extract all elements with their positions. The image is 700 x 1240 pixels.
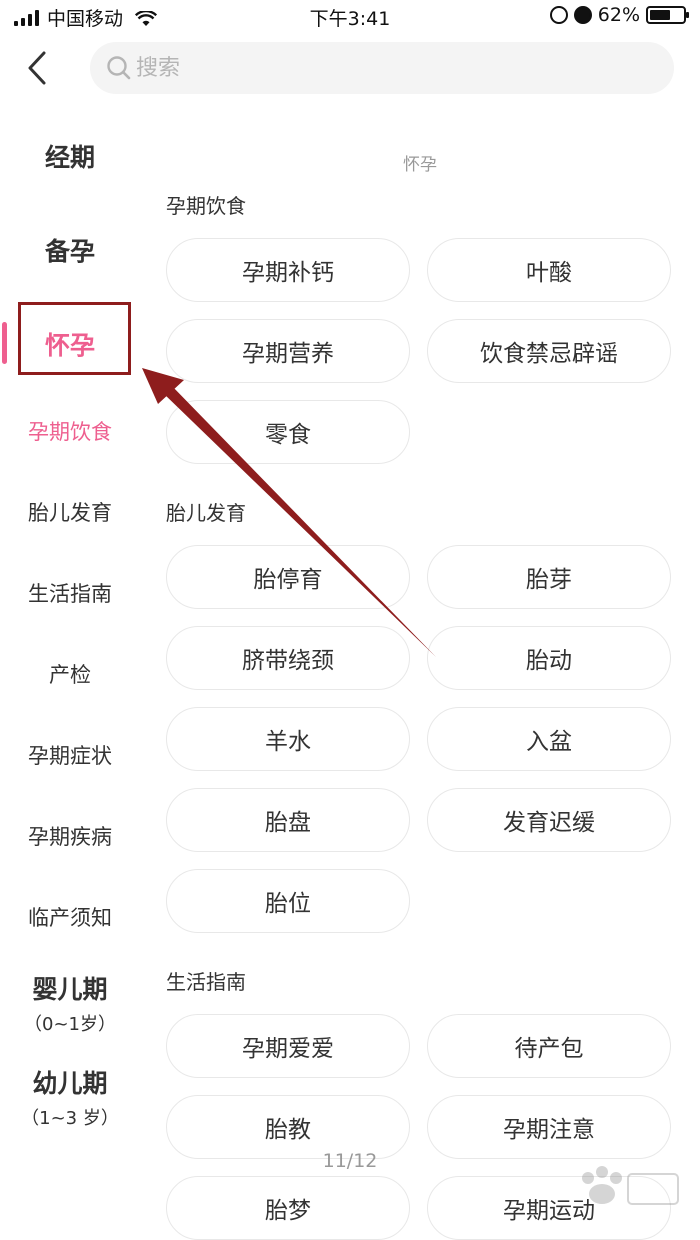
tag-button[interactable]: 羊水 [166, 707, 410, 771]
tag-button[interactable]: 胎盘 [166, 788, 410, 852]
tag-button[interactable]: 饮食禁忌辟谣 [427, 319, 671, 383]
sidebar-item-label: 孕期饮食 [28, 420, 112, 444]
tag-button[interactable]: 零食 [166, 400, 410, 464]
tag-button[interactable]: 胎芽 [427, 545, 671, 609]
sidebar-item-pregnancy-diet[interactable]: 孕期饮食 [0, 416, 140, 446]
sidebar-item-sublabel: （1~3 岁） [21, 1108, 119, 1129]
sidebar-item-label: 临产须知 [28, 906, 112, 930]
search-icon [107, 56, 131, 80]
battery-percent: 62% [597, 4, 640, 26]
annotation-highlight-box [18, 302, 131, 375]
tag-button[interactable]: 脐带绕颈 [166, 626, 410, 690]
tag-button[interactable]: 胎停育 [166, 545, 410, 609]
rotation-lock-icon [549, 6, 568, 24]
sidebar-item-menstrual[interactable]: 经期 [0, 138, 140, 174]
sidebar-item-sublabel: （0~1岁） [24, 1014, 116, 1035]
sidebar-item-label: 幼儿期 [32, 1069, 108, 1098]
battery-icon [646, 6, 689, 24]
sidebar-item-label: 产检 [49, 663, 91, 687]
sidebar-item-fetal-development[interactable]: 胎儿发育 [0, 497, 140, 527]
tag-button[interactable]: 胎位 [166, 869, 410, 933]
sidebar-item-label: 经期 [44, 143, 95, 172]
tag-button[interactable]: 入盆 [427, 707, 671, 771]
back-button[interactable] [22, 50, 52, 86]
search-input[interactable] [136, 55, 636, 81]
sidebar-item-delivery-notes[interactable]: 临产须知 [0, 902, 140, 932]
watermark-logo-icon [582, 1166, 679, 1205]
sidebar-item-preconception[interactable]: 备孕 [0, 232, 140, 268]
chevron-left-icon [28, 51, 46, 85]
sidebar-item-label: 备孕 [44, 237, 95, 266]
status-right: 62% [549, 4, 689, 26]
sidebar-item-life-guide[interactable]: 生活指南 [0, 578, 140, 608]
content-title: 怀孕 [403, 155, 437, 175]
tag-button[interactable]: 胎动 [427, 626, 671, 690]
sidebar-item-label: 孕期症状 [28, 744, 112, 768]
tag-button[interactable]: 孕期补钙 [166, 238, 410, 302]
tag-button[interactable]: 叶酸 [427, 238, 671, 302]
tag-button[interactable]: 孕期爱爱 [166, 1014, 410, 1078]
sidebar-item-label: 生活指南 [28, 582, 112, 606]
sidebar-item-prenatal-check[interactable]: 产检 [0, 659, 140, 689]
battery-fill [650, 10, 670, 20]
sidebar-item-infancy[interactable]: 婴儿期 （0~1岁） [0, 970, 140, 1036]
sidebar-item-label: 胎儿发育 [28, 501, 112, 525]
sidebar-item-pregnancy-diseases[interactable]: 孕期疾病 [0, 821, 140, 851]
sidebar-item-label: 孕期疾病 [28, 825, 112, 849]
category-sidebar: 经期 备孕 怀孕 孕期饮食 胎儿发育 生活指南 产检 孕期症状 孕期疾病 临产须… [0, 110, 140, 1240]
alarm-icon [573, 6, 592, 24]
section-title: 生活指南 [166, 970, 246, 994]
tag-button[interactable]: 待产包 [427, 1014, 671, 1078]
sidebar-item-pregnancy-symptoms[interactable]: 孕期症状 [0, 740, 140, 770]
section-title: 胎儿发育 [166, 501, 246, 525]
status-bar: 中国移动 下午3:41 62% [0, 0, 700, 32]
sidebar-item-toddler[interactable]: 幼儿期 （1~3 岁） [0, 1064, 140, 1130]
tag-button[interactable]: 发育迟缓 [427, 788, 671, 852]
section-title: 孕期饮食 [166, 194, 246, 218]
search-box[interactable] [90, 42, 674, 94]
tag-button[interactable]: 孕期营养 [166, 319, 410, 383]
tag-button[interactable]: 胎梦 [166, 1176, 410, 1240]
sidebar-item-label: 婴儿期 [32, 975, 108, 1004]
